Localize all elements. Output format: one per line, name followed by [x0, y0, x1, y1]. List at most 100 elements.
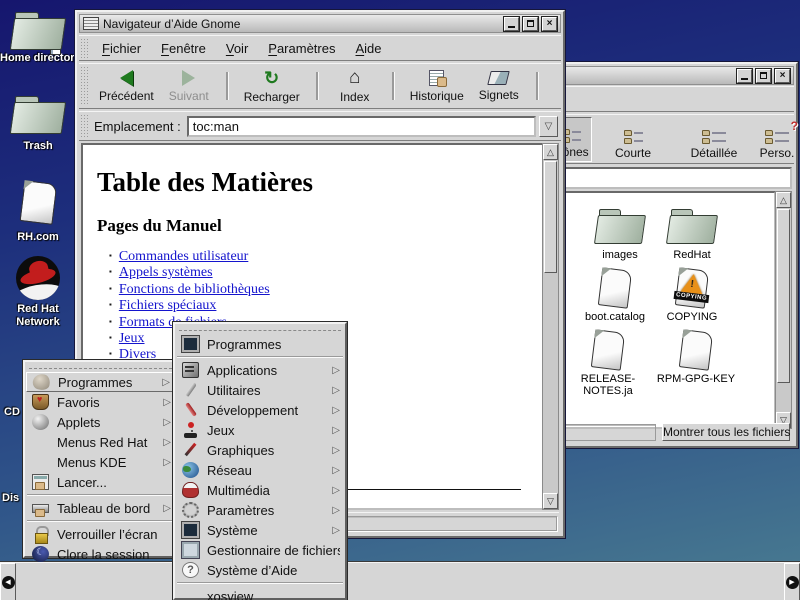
pr-c-dent-button[interactable]: Précédent: [92, 67, 161, 106]
scroll-up-icon[interactable]: △: [776, 192, 791, 208]
help-titlebar[interactable]: Navigateur d’Aide Gnome ×: [79, 14, 561, 33]
tearoff-handle[interactable]: [179, 330, 341, 331]
location-input[interactable]: [187, 116, 536, 137]
menu-fichier[interactable]: Fichier: [92, 37, 151, 60]
menu-item-programmes[interactable]: Programmes▷: [26, 372, 175, 392]
desktop-icon-home[interactable]: Home directory: [0, 12, 76, 65]
toolbar-grip[interactable]: [80, 38, 89, 58]
fm-scrollbar[interactable]: △ ▽: [775, 191, 792, 429]
maximize-button[interactable]: [523, 17, 538, 31]
menu-item-applications[interactable]: Applications▷: [176, 360, 344, 380]
menu-item-xosview[interactable]: xosview: [176, 586, 344, 600]
globe-icon: [182, 462, 199, 478]
panel-hide-right-button[interactable]: ▶: [784, 563, 800, 600]
index-button[interactable]: ⌂Index: [327, 66, 383, 107]
help-window-title: Navigateur d’Aide Gnome: [103, 17, 500, 31]
minimize-button[interactable]: [504, 17, 519, 31]
menu-item-syst-me[interactable]: Système▷: [176, 520, 344, 540]
fm-file-area[interactable]: imagesRedHatboot.catalogCOPYINGCOPYINGRE…: [554, 191, 776, 429]
window-menu-icon[interactable]: [83, 17, 99, 30]
desktop-icon-trash[interactable]: Trash: [0, 96, 76, 153]
bucket-icon: [32, 394, 49, 410]
desktop-icon-redhat-network[interactable]: Red Hat Network: [0, 256, 76, 329]
toolbar-grip[interactable]: [80, 66, 89, 106]
panel-hide-left-button[interactable]: ◀: [0, 563, 16, 600]
scroll-up-icon[interactable]: △: [543, 144, 558, 160]
menu-item-clore-la-session[interactable]: Clore la session: [26, 544, 175, 564]
tearoff-handle[interactable]: [29, 368, 172, 369]
desktop-icon-cdrom[interactable]: CD: [4, 406, 20, 419]
shortcut-badge-icon: [50, 44, 61, 55]
scrollbar-thumb[interactable]: [777, 209, 790, 383]
file-rpm-gpg-key[interactable]: RPM-GPG-KEY: [653, 323, 739, 385]
file-label: COPYING: [649, 311, 735, 323]
menu-item-verrouiller-l-cran[interactable]: Verrouiller l’écran: [26, 524, 175, 544]
menu-item-jeux[interactable]: Jeux▷: [176, 420, 344, 440]
menu-item-d-veloppement[interactable]: Développement▷: [176, 400, 344, 420]
close-button[interactable]: ×: [542, 17, 557, 31]
fm-menubar: [552, 86, 794, 112]
back-icon: [120, 70, 133, 86]
view-d-taill-e-button[interactable]: Détaillée: [678, 117, 750, 162]
menu-item-lancer[interactable]: Lancer...: [26, 472, 175, 492]
menu-aide[interactable]: Aide: [345, 37, 391, 60]
menu-item-menus-red-hat[interactable]: Menus Red Hat▷: [26, 432, 175, 452]
menu-item-menus-kde[interactable]: Menus KDE▷: [26, 452, 175, 472]
desktop-icon-diskette[interactable]: Dis: [2, 492, 19, 505]
file-boot-catalog[interactable]: boot.catalog: [572, 261, 658, 323]
view-perso-button[interactable]: ?Perso.: [754, 117, 800, 162]
menu-fen-tre[interactable]: Fenêtre: [151, 37, 216, 60]
menu-item-applets[interactable]: Applets▷: [26, 412, 175, 432]
lock-icon: [32, 526, 49, 542]
help-scrollbar[interactable]: △ ▽: [542, 143, 559, 510]
recharger-button[interactable]: ↻Recharger: [237, 66, 307, 107]
fm-location-input[interactable]: [554, 167, 792, 189]
menu-item-programmes[interactable]: Programmes: [176, 334, 344, 354]
show-all-files-button[interactable]: Montrer tous les fichiers: [662, 423, 790, 441]
menu-item-utilitaires[interactable]: Utilitaires▷: [176, 380, 344, 400]
menu-item-syst-me-d-aide[interactable]: Système d’Aide: [176, 560, 344, 580]
scrollbar-thumb[interactable]: [544, 161, 557, 273]
menu-item-r-seau[interactable]: Réseau▷: [176, 460, 344, 480]
historique-button[interactable]: Historique: [403, 67, 471, 106]
paper-icon: [19, 180, 57, 225]
menu-item-multim-dia[interactable]: Multimédia▷: [176, 480, 344, 500]
desktop-icon-label: RH.com: [0, 231, 76, 244]
toc-link-appels-syst-mes[interactable]: Appels systèmes: [119, 265, 213, 280]
desktop-icon-rh-com[interactable]: RH.com: [0, 182, 76, 244]
fm-view-toolbar: IcônesCourteDétaillée?Perso.: [552, 114, 794, 164]
scroll-down-icon[interactable]: ▽: [543, 493, 558, 509]
maximize-button[interactable]: [756, 69, 771, 83]
menu-voir[interactable]: Voir: [216, 37, 258, 60]
menu-param-tres[interactable]: Paramètres: [258, 37, 345, 60]
bullet-icon: ▪: [109, 317, 112, 326]
location-dropdown-button[interactable]: ▽: [539, 116, 558, 137]
submenu-arrow-icon: ▷: [163, 457, 171, 468]
fm-titlebar[interactable]: ×: [552, 66, 794, 85]
home-icon: ⌂: [349, 69, 360, 87]
menu-item-graphiques[interactable]: Graphiques▷: [176, 440, 344, 460]
toc-link-commandes-utilisateur[interactable]: Commandes utilisateur: [119, 249, 248, 264]
signets-button[interactable]: Signets: [471, 68, 527, 105]
file-label: RedHat: [649, 249, 735, 261]
toc-link-jeux[interactable]: Jeux: [119, 331, 145, 346]
view-courte-button[interactable]: Courte: [602, 117, 664, 162]
menu-item-tableau-de-bord[interactable]: Tableau de bord▷: [26, 498, 175, 518]
file-label: RPM-GPG-KEY: [653, 373, 739, 385]
menu-item-param-tres[interactable]: Paramètres▷: [176, 500, 344, 520]
mini-folder-icon: [624, 138, 632, 144]
menu-item-favoris[interactable]: Favoris▷: [26, 392, 175, 412]
file-redhat[interactable]: RedHat: [649, 199, 735, 261]
folder-icon: [12, 12, 64, 52]
menu-item-gestionnaire-de-fichiers[interactable]: Gestionnaire de fichiers: [176, 540, 344, 560]
toc-link-fichiers-sp-ciaux[interactable]: Fichiers spéciaux: [119, 298, 217, 313]
toolbar-grip[interactable]: [80, 114, 89, 138]
close-button[interactable]: ×: [775, 69, 790, 83]
file-release-notes-ja[interactable]: RELEASE- NOTES.ja: [565, 323, 651, 397]
bullet-icon: ▪: [109, 267, 112, 276]
suivant-button[interactable]: Suivant: [161, 67, 217, 106]
toc-link-fonctions-de-biblioth-ques[interactable]: Fonctions de bibliothèques: [119, 282, 270, 297]
submenu-arrow-icon: ▷: [332, 365, 340, 376]
minimize-button[interactable]: [737, 69, 752, 83]
file-copying[interactable]: COPYINGCOPYING: [649, 261, 735, 323]
